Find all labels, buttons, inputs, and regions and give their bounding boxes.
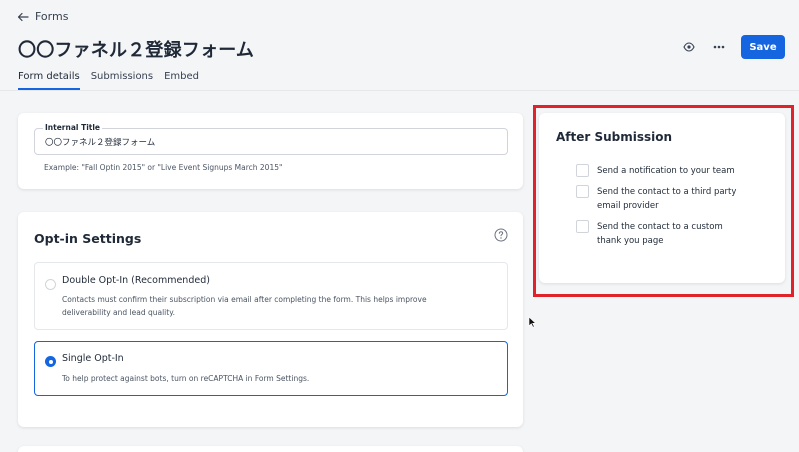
after-submission-title: After Submission — [556, 130, 673, 144]
save-button[interactable]: Save — [741, 35, 785, 59]
third-party-provider-option[interactable]: Send the contact to a third party email … — [576, 185, 747, 213]
third-party-provider-label: Send the contact to a third party email … — [597, 187, 737, 211]
single-optin-option[interactable]: Single Opt-In To help protect against bo… — [34, 341, 508, 396]
tab-bar: Form details Submissions Embed — [18, 71, 199, 90]
tab-form-details[interactable]: Form details — [18, 71, 80, 90]
more-horizontal-icon — [713, 45, 725, 49]
optin-settings-title: Opt-in Settings — [34, 231, 142, 246]
double-optin-title: Double Opt-In (Recommended) — [62, 275, 210, 286]
eye-icon — [683, 42, 695, 52]
back-label: Forms — [35, 10, 69, 23]
internal-title-help: Example: "Fall Optin 2015" or "Live Even… — [44, 163, 283, 172]
help-circle-icon[interactable] — [494, 228, 508, 242]
single-optin-title: Single Opt-In — [62, 353, 124, 364]
tab-submissions[interactable]: Submissions — [91, 71, 153, 90]
after-submission-card: After Submission Send a notification to … — [539, 113, 785, 283]
notify-team-checkbox[interactable] — [576, 164, 589, 177]
next-section-card — [18, 446, 523, 452]
double-optin-radio[interactable] — [45, 279, 56, 290]
more-options-button[interactable] — [711, 39, 727, 55]
back-to-forms-link[interactable]: Forms — [17, 10, 68, 23]
single-optin-radio[interactable] — [45, 356, 56, 367]
internal-title-field[interactable]: Internal Title 〇〇ファネル２登録フォーム — [34, 123, 508, 155]
notify-team-option[interactable]: Send a notification to your team — [576, 164, 747, 178]
mouse-cursor-icon — [528, 316, 536, 328]
internal-title-label: Internal Title — [43, 123, 103, 132]
thank-you-page-label: Send the contact to a custom thank you p… — [597, 222, 723, 246]
arrow-left-icon — [17, 12, 29, 21]
header-actions: Save — [681, 35, 785, 59]
page-title: 〇〇ファネル２登録フォーム — [18, 40, 255, 61]
internal-title-card: Internal Title 〇〇ファネル２登録フォーム Example: "F… — [18, 113, 523, 189]
internal-title-value: 〇〇ファネル２登録フォーム — [45, 138, 156, 148]
optin-settings-card: Opt-in Settings Double Opt-In (Recommend… — [18, 212, 523, 427]
notify-team-label: Send a notification to your team — [597, 166, 735, 176]
double-optin-description: Contacts must confirm their subscription… — [62, 295, 427, 317]
double-optin-option[interactable]: Double Opt-In (Recommended) Contacts mus… — [34, 262, 508, 330]
third-party-provider-checkbox[interactable] — [576, 185, 589, 198]
tab-embed[interactable]: Embed — [164, 71, 199, 90]
preview-button[interactable] — [681, 39, 697, 55]
thank-you-page-option[interactable]: Send the contact to a custom thank you p… — [576, 220, 747, 248]
single-optin-description: To help protect against bots, turn on re… — [62, 374, 310, 383]
thank-you-page-checkbox[interactable] — [576, 220, 589, 233]
tab-divider — [0, 90, 799, 91]
